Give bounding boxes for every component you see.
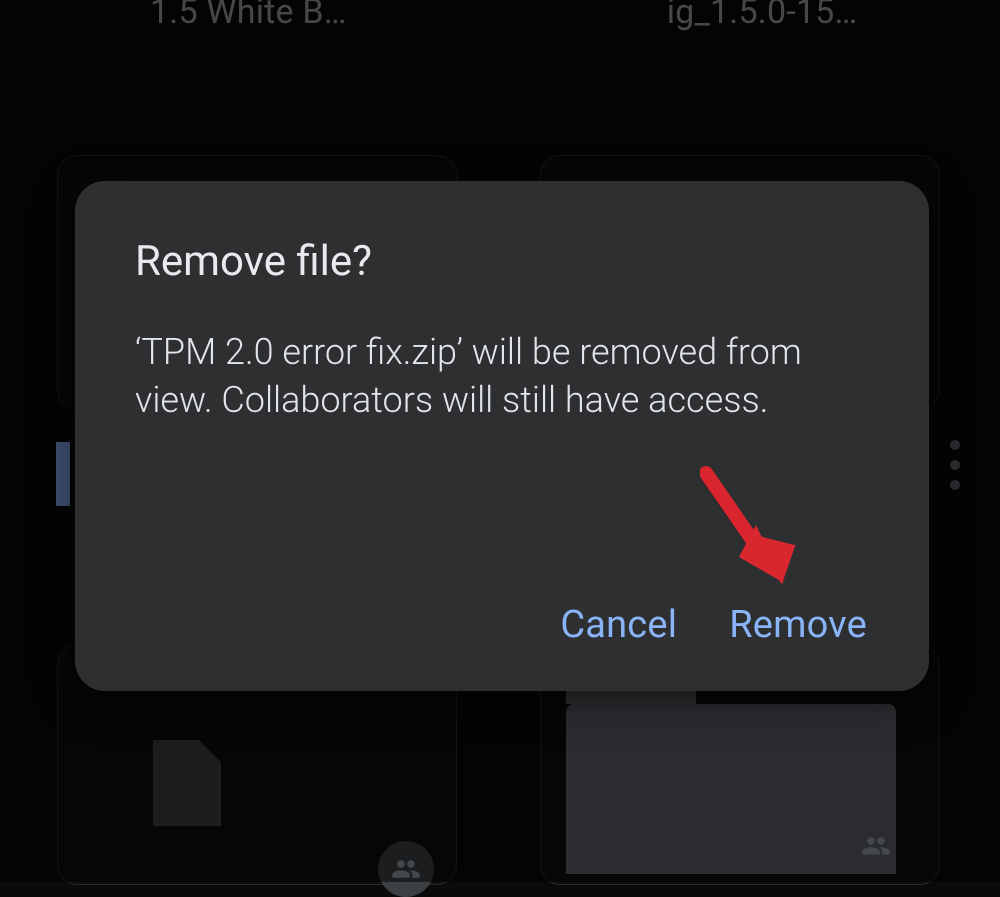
remove-file-dialog: Remove file? ‘TPM 2.0 error fix.zip’ wil… <box>75 181 929 691</box>
dialog-body: ‘TPM 2.0 error fix.zip’ will be removed … <box>135 328 871 424</box>
dialog-title: Remove file? <box>135 237 871 286</box>
remove-button[interactable]: Remove <box>729 603 867 647</box>
cancel-button[interactable]: Cancel <box>560 603 677 647</box>
dialog-actions: Cancel Remove <box>135 603 871 651</box>
